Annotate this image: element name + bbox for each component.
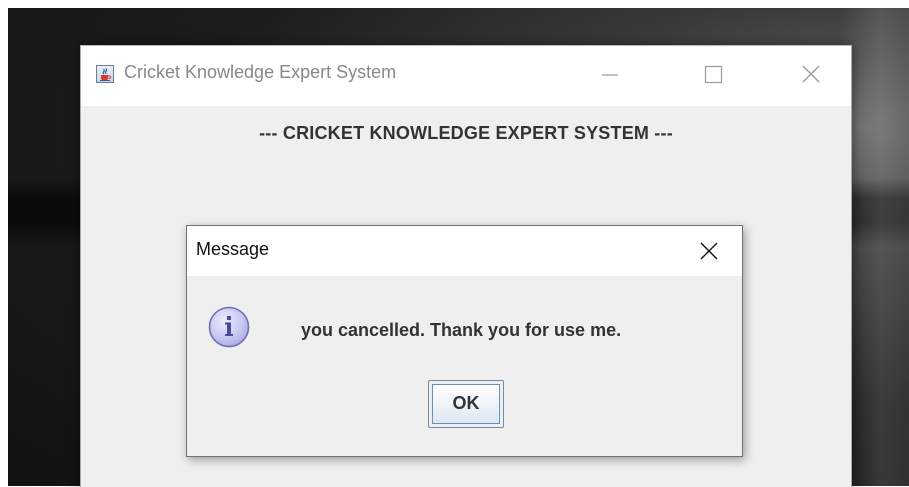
ok-button[interactable]: OK: [428, 380, 504, 428]
maximize-icon[interactable]: [682, 46, 742, 104]
dialog-message: you cancelled. Thank you for use me.: [301, 320, 622, 340]
message-dialog: Message you cancelled. Thank you for use…: [186, 225, 743, 457]
dialog-title: Message: [196, 239, 270, 259]
main-titlebar[interactable]: Cricket Knowledge Expert System: [81, 46, 851, 106]
java-coffee-cup-icon: [96, 65, 114, 83]
dialog-titlebar[interactable]: Message: [187, 226, 742, 276]
window-title: Cricket Knowledge Expert System: [124, 62, 397, 82]
page-heading: --- CRICKET KNOWLEDGE EXPERT SYSTEM ---: [259, 123, 673, 143]
minimize-icon[interactable]: [578, 46, 638, 104]
close-icon[interactable]: [781, 46, 841, 104]
screenshot: Cricket Knowledge Expert System --- CRIC…: [0, 0, 909, 487]
ok-button-label: OK: [452, 393, 480, 413]
close-icon[interactable]: [692, 235, 726, 267]
information-icon: [207, 305, 251, 349]
